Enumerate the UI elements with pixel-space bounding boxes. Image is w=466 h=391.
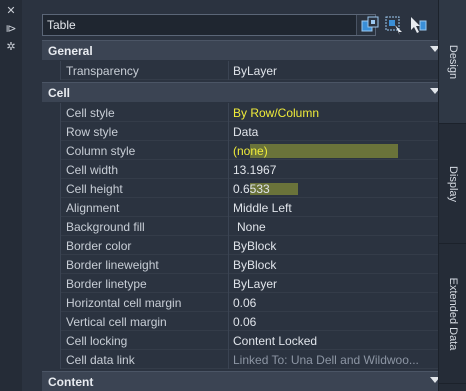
tab-display[interactable]: Display: [439, 124, 466, 244]
property-name: Cell style: [66, 106, 115, 120]
quick-select-icon: [411, 17, 427, 33]
section-content-label: Content: [48, 375, 94, 389]
property-value[interactable]: ByBlock: [233, 258, 443, 272]
property-value[interactable]: Linked To: Una Dell and Wildwoo...: [233, 353, 443, 367]
toggle-pickadd-button[interactable]: [360, 15, 380, 35]
property-value[interactable]: Content Locked: [233, 334, 443, 348]
section-general-label: General: [48, 44, 93, 58]
property-value[interactable]: 0.06: [233, 296, 443, 310]
property-row-column-style[interactable]: Column style (none): [42, 141, 450, 160]
property-row-border-lineweight[interactable]: Border lineweight ByBlock: [42, 255, 450, 274]
quick-select-button[interactable]: [408, 15, 428, 35]
close-icon[interactable]: ✕: [4, 4, 18, 18]
tab-design-label: Design: [447, 44, 459, 79]
property-row-cell-style[interactable]: Cell style By Row/Column: [42, 103, 450, 122]
property-name: Background fill: [66, 220, 145, 234]
property-row-transparency[interactable]: Transparency ByLayer: [42, 61, 450, 80]
property-row-horizontal-cell-margin[interactable]: Horizontal cell margin 0.06: [42, 293, 450, 312]
property-row-cell-width[interactable]: Cell width 13.1967: [42, 160, 450, 179]
tab-extended-data[interactable]: Extended Data: [439, 244, 466, 384]
pickadd-icon: [361, 16, 379, 32]
tab-display-label: Display: [447, 165, 459, 202]
property-name: Horizontal cell margin: [66, 296, 182, 310]
property-name: Vertical cell margin: [66, 315, 167, 329]
property-name: Cell data link: [66, 353, 135, 367]
section-general[interactable]: General: [42, 40, 450, 60]
property-row-background-fill[interactable]: Background fill None: [42, 217, 450, 236]
auto-hide-icon[interactable]: ⧐: [4, 22, 18, 36]
properties-panel: Table ▼ General Transparency: [22, 0, 450, 391]
property-row-row-style[interactable]: Row style Data: [42, 122, 450, 141]
property-name: Cell height: [66, 182, 123, 196]
property-row-cell-data-link[interactable]: Cell data link Linked To: Una Dell and W…: [42, 350, 450, 369]
property-value[interactable]: 13.1967: [233, 163, 443, 177]
property-value[interactable]: None: [237, 220, 447, 234]
property-value[interactable]: By Row/Column: [233, 106, 443, 120]
property-value[interactable]: Data: [233, 125, 443, 139]
property-row-cell-height[interactable]: Cell height 0.6533: [42, 179, 450, 198]
property-name: Alignment: [66, 201, 120, 215]
palette-tabs: Design Display Extended Data: [438, 0, 466, 391]
property-name: Border lineweight: [66, 258, 159, 272]
property-value[interactable]: ByLayer: [233, 277, 443, 291]
settings-icon[interactable]: ✲: [4, 40, 18, 54]
property-value[interactable]: Middle Left: [233, 201, 443, 215]
property-value[interactable]: 0.06: [233, 315, 443, 329]
property-row-border-color[interactable]: Border color ByBlock: [42, 236, 450, 255]
tab-design[interactable]: Design: [439, 0, 466, 124]
section-content[interactable]: Content: [42, 371, 450, 391]
property-name: Row style: [66, 125, 119, 139]
property-name: Transparency: [66, 64, 139, 78]
property-name: Border linetype: [66, 277, 147, 291]
property-name: Cell locking: [66, 334, 128, 348]
property-row-border-linetype[interactable]: Border linetype ByLayer: [42, 274, 450, 293]
select-objects-button[interactable]: [384, 15, 404, 35]
tab-extended-data-label: Extended Data: [447, 277, 459, 350]
property-name: Cell width: [66, 163, 119, 177]
property-name: Border color: [66, 239, 132, 253]
property-value[interactable]: (none): [233, 144, 443, 158]
property-name: Column style: [66, 144, 136, 158]
select-objects-icon: [385, 16, 402, 35]
left-strip: ✕ ⧐ ✲: [0, 0, 23, 391]
object-type-dropdown[interactable]: Table ▼: [42, 14, 376, 36]
section-cell-label: Cell: [48, 86, 71, 100]
property-value[interactable]: ByBlock: [233, 239, 443, 253]
object-type-value: Table: [47, 18, 76, 32]
property-row-cell-locking[interactable]: Cell locking Content Locked: [42, 331, 450, 350]
section-cell[interactable]: Cell: [42, 82, 450, 102]
property-row-alignment[interactable]: Alignment Middle Left: [42, 198, 450, 217]
property-value[interactable]: 0.6533: [233, 182, 443, 196]
property-value[interactable]: ByLayer: [233, 64, 443, 78]
property-row-vertical-cell-margin[interactable]: Vertical cell margin 0.06: [42, 312, 450, 331]
